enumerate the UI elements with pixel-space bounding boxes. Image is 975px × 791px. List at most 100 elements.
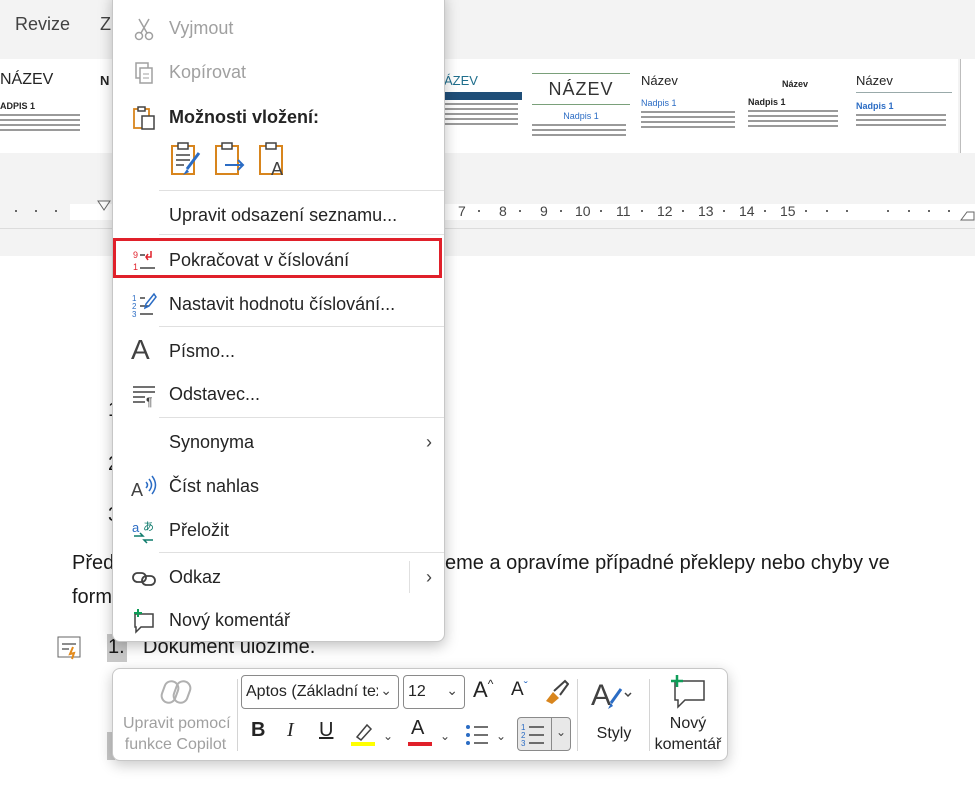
style-tile[interactable]: Název Nadpis 1 — [641, 59, 735, 153]
read-aloud-icon: A — [131, 475, 157, 500]
chevron-down-icon: ⌄ — [556, 725, 567, 739]
menu-item-font[interactable]: A Písmo... — [113, 331, 444, 371]
indent-marker-icon[interactable] — [97, 200, 111, 212]
menu-item-new-comment[interactable]: Nový komentář — [113, 600, 444, 640]
comment-label-line2: komentář — [654, 736, 722, 753]
chevron-down-icon: ⌄ — [380, 682, 392, 698]
font-color-swatch — [408, 742, 432, 746]
font-name-value: Aptos (Základní text — [246, 683, 378, 700]
ruler-number: 10 — [575, 203, 591, 219]
chevron-down-icon[interactable]: ⌄ — [383, 729, 393, 743]
keep-source-formatting-icon[interactable] — [169, 141, 203, 179]
svg-text:3: 3 — [521, 739, 526, 747]
paste-options-row: A — [169, 141, 369, 181]
menu-item-copy[interactable]: Kopírovat — [113, 52, 444, 92]
menu-item-label: Nastavit hodnotu číslování... — [169, 294, 396, 314]
font-name-combo[interactable]: Aptos (Základní text ⌄ — [241, 675, 399, 709]
menu-item-label: Písmo... — [169, 341, 236, 361]
style-tile[interactable]: N — [100, 59, 112, 153]
chevron-right-icon[interactable]: › — [426, 567, 432, 588]
tab-partial[interactable]: Z — [100, 14, 111, 35]
format-painter-icon[interactable] — [543, 679, 569, 705]
bold-button[interactable]: B — [251, 719, 265, 742]
style-title: Název — [856, 73, 893, 88]
style-heading: ADPIS 1 — [0, 101, 36, 111]
menu-item-label: Číst nahlas — [169, 476, 260, 496]
menu-item-set-numbering-value[interactable]: 123 Nastavit hodnotu číslování... — [113, 284, 444, 324]
tab-revize[interactable]: Revize — [15, 14, 70, 35]
copilot-label-line1: Upravit pomocí — [123, 715, 231, 732]
bullets-icon[interactable] — [464, 722, 490, 748]
styles-icon: A — [591, 679, 632, 712]
svg-text:a: a — [132, 520, 140, 535]
menu-item-cut[interactable]: Vyjmout — [113, 8, 444, 48]
menu-item-synonyms[interactable]: Synonyma › — [113, 422, 444, 462]
style-tile[interactable]: Název Nadpis 1 — [856, 59, 954, 153]
style-title: Název — [781, 79, 808, 89]
chevron-down-icon[interactable]: ⌄ — [496, 729, 506, 743]
font-size-combo[interactable]: 12 ⌄ — [403, 675, 465, 709]
svg-text:¶: ¶ — [146, 395, 152, 408]
highlight-box — [113, 238, 442, 278]
menu-item-adjust-list-indent[interactable]: Upravit odsazení seznamu... — [113, 195, 444, 235]
menu-item-label: Odstavec... — [169, 384, 261, 404]
styles-button[interactable]: A Styly — [581, 669, 647, 760]
style-tile[interactable]: Název Nadpis 1 — [748, 59, 842, 153]
keep-text-only-icon[interactable]: A — [257, 141, 291, 179]
menu-item-label: Synonyma — [169, 432, 255, 452]
paragraph-line2: form — [72, 586, 112, 608]
style-tile[interactable]: NÁZEV ADPIS 1 — [0, 59, 95, 153]
numbering-value-icon: 123 — [132, 292, 157, 318]
new-comment-icon — [671, 675, 705, 709]
style-title: NÁZEV — [0, 71, 54, 88]
underline-button[interactable]: U — [319, 719, 333, 742]
shrink-font-icon[interactable]: Aˇ — [511, 679, 528, 701]
font-color-icon[interactable]: A — [411, 717, 424, 740]
menu-item-translate[interactable]: aあ Přeložit — [113, 510, 444, 550]
ruler-number: 12 — [657, 203, 673, 219]
copilot-button[interactable]: Upravit pomocí funkce Copilot — [113, 669, 238, 760]
style-title: ÁZEV — [444, 73, 478, 88]
copilot-icon — [160, 680, 192, 704]
ruler-number: 15 — [780, 203, 796, 219]
style-heading: Nadpis 1 — [748, 97, 786, 107]
menu-item-link[interactable]: Odkaz › — [113, 557, 444, 597]
right-indent-marker-icon[interactable] — [960, 206, 975, 222]
menu-item-label: Upravit odsazení seznamu... — [169, 205, 398, 225]
numbering-icon: 123 — [521, 723, 544, 747]
ruler-number: 7 — [458, 203, 466, 219]
style-title: N — [100, 73, 110, 88]
context-menu: Vyjmout Kopírovat Možnosti vložení: A Up… — [112, 0, 445, 642]
italic-button[interactable]: I — [287, 719, 294, 742]
paste-icon — [133, 106, 155, 130]
menu-item-label: Odkaz — [169, 567, 222, 587]
paragraph-text-start: Před — [72, 552, 115, 574]
styles-label: Styly — [596, 725, 632, 742]
paragraph-text-end: eme a opravíme případné překlepy nebo ch… — [445, 552, 890, 574]
grow-font-icon[interactable]: A^ — [473, 677, 493, 703]
chevron-down-icon[interactable]: ⌄ — [440, 729, 450, 743]
copy-icon — [135, 62, 153, 84]
scissors-icon — [134, 18, 154, 41]
gallery-more-button[interactable] — [960, 59, 975, 153]
paragraph-icon: ¶ — [133, 386, 155, 408]
menu-item-read-aloud[interactable]: A Číst nahlas — [113, 466, 444, 506]
svg-text:あ: あ — [143, 520, 154, 533]
ruler-number: 14 — [739, 203, 755, 219]
menu-item-label: Možnosti vložení: — [169, 107, 319, 127]
highlighter-icon[interactable] — [351, 721, 377, 747]
font-size-value: 12 — [408, 683, 426, 700]
new-comment-icon — [134, 609, 154, 634]
style-tile[interactable]: ÁZEV — [444, 59, 522, 153]
new-comment-button[interactable]: Nový komentář — [651, 669, 725, 760]
merge-formatting-icon[interactable] — [213, 141, 247, 179]
svg-text:3: 3 — [132, 310, 137, 318]
numbering-button[interactable]: 123 ⌄ — [517, 717, 571, 751]
svg-text:A: A — [271, 159, 283, 179]
menu-item-paragraph[interactable]: ¶ Odstavec... — [113, 374, 444, 414]
svg-text:A: A — [131, 480, 143, 500]
menu-item-label: Vyjmout — [169, 18, 234, 38]
link-icon — [132, 572, 156, 586]
autocorrect-options-icon[interactable] — [57, 636, 83, 660]
style-tile[interactable]: NÁZEV Nadpis 1 — [532, 59, 630, 153]
